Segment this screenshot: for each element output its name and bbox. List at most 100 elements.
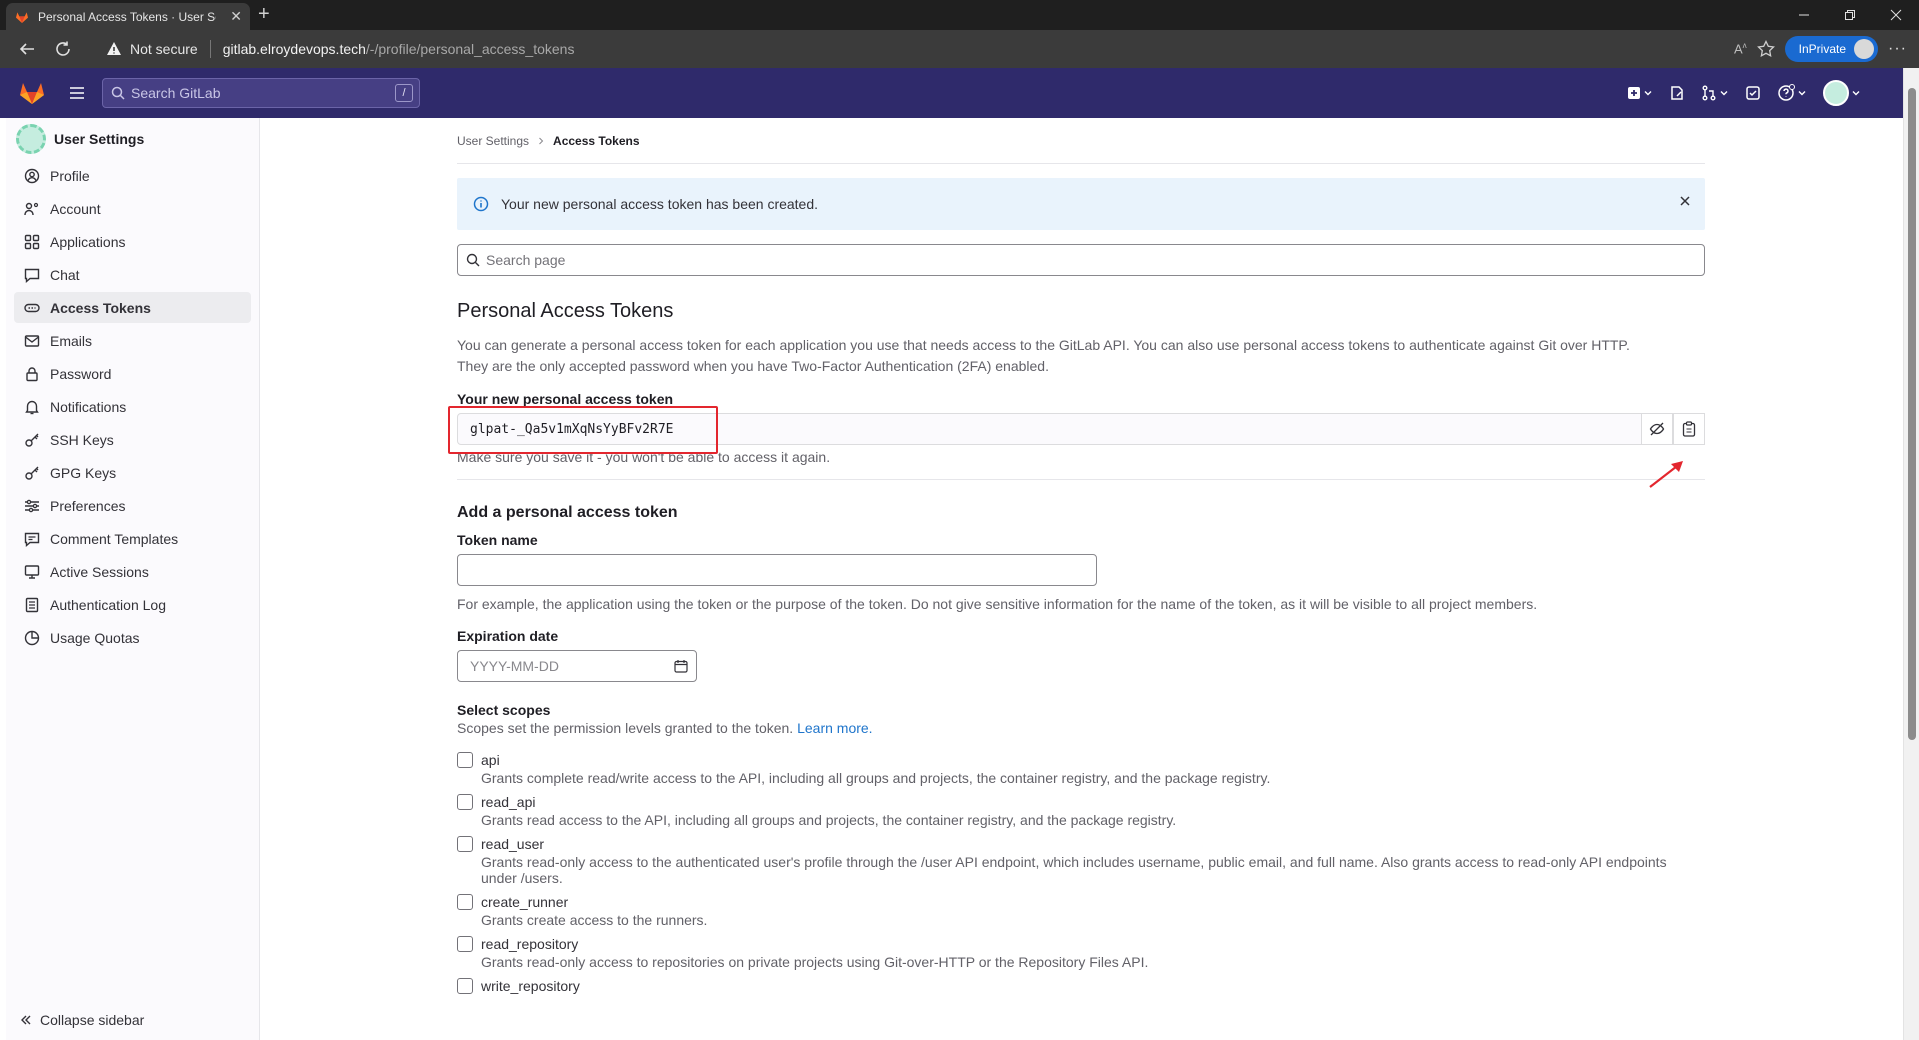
page-scrollbar[interactable] xyxy=(1903,68,1919,1040)
browser-tab-active[interactable]: Personal Access Tokens · User Se ✕ xyxy=(6,3,250,30)
scope-description: Grants read access to the API, including… xyxy=(481,812,1177,828)
breadcrumb: User Settings Access Tokens xyxy=(457,118,1705,164)
scope-name[interactable]: create_runner xyxy=(481,892,707,912)
scope-description: Grants create access to the runners. xyxy=(481,912,708,928)
sidebar-item-label: Account xyxy=(50,200,101,217)
back-icon[interactable] xyxy=(10,32,44,66)
sidebar-item-active-sessions[interactable]: Active Sessions xyxy=(14,556,251,587)
scope-text: read_api Grants read access to the API, i… xyxy=(481,792,1176,828)
dismiss-alert-icon[interactable] xyxy=(1679,195,1691,207)
token-highlight-box xyxy=(448,406,718,454)
token-name-input[interactable] xyxy=(457,554,1097,586)
scope-name[interactable]: api xyxy=(481,750,1270,770)
scope-create-runner: create_runner Grants create access to the… xyxy=(457,892,1705,928)
sidebar-item-notifications[interactable]: Notifications xyxy=(14,391,251,422)
scope-name[interactable]: read_api xyxy=(481,792,1176,812)
expiration-date-input[interactable]: YYYY-MM-DD xyxy=(457,650,697,682)
url-field[interactable]: Not secure gitlab.elroydevops.tech/-/pro… xyxy=(106,35,574,63)
scope-text: read_user Grants read-only access to the … xyxy=(481,834,1705,886)
gitlab-logo-icon[interactable] xyxy=(0,68,64,118)
scope-checkbox[interactable] xyxy=(457,752,473,768)
sidebar-item-password[interactable]: Password xyxy=(14,358,251,389)
section-description-line-1: You can generate a personal access token… xyxy=(457,337,1630,353)
more-options-icon[interactable]: ··· xyxy=(1888,40,1907,58)
scope-name[interactable]: read_repository xyxy=(481,934,1148,954)
scope-checkbox[interactable] xyxy=(457,794,473,810)
token-icon xyxy=(24,300,40,316)
sidebar-item-comment-templates[interactable]: Comment Templates xyxy=(14,523,251,554)
main-content: User Settings Access Tokens Your new per… xyxy=(448,118,1705,1002)
calendar-icon[interactable] xyxy=(674,659,688,673)
breadcrumb-user-settings[interactable]: User Settings xyxy=(457,134,529,148)
page-title: Personal Access Tokens xyxy=(457,300,674,322)
scope-checkbox[interactable] xyxy=(457,836,473,852)
todos-icon[interactable] xyxy=(1745,85,1761,101)
top-nav-actions xyxy=(1627,68,1861,118)
menu-icon[interactable] xyxy=(64,68,90,118)
sidebar-item-chat[interactable]: Chat xyxy=(14,259,251,290)
read-aloud-icon[interactable]: Aʌ xyxy=(1734,41,1747,56)
scope-text: read_repository Grants read-only access t… xyxy=(481,934,1148,970)
sidebar-item-gpg-keys[interactable]: GPG Keys xyxy=(14,457,251,488)
alert-text: Your new personal access token has been … xyxy=(501,196,819,212)
tab-title: Personal Access Tokens · User Se xyxy=(38,9,216,24)
sidebar-item-usage-quotas[interactable]: Usage Quotas xyxy=(14,622,251,653)
scope-checkbox[interactable] xyxy=(457,936,473,952)
success-alert: Your new personal access token has been … xyxy=(457,178,1705,230)
sidebar-items: Profile Account Applications Chat Access Tok… xyxy=(6,160,259,653)
sidebar-item-account[interactable]: Account xyxy=(14,193,251,224)
sidebar-item-emails[interactable]: Emails xyxy=(14,325,251,356)
create-new-icon[interactable] xyxy=(1627,86,1653,100)
sidebar-item-authentication-log[interactable]: Authentication Log xyxy=(14,589,251,620)
refresh-icon[interactable] xyxy=(46,32,80,66)
settings-sidebar: User Settings Profile Account Applications… xyxy=(6,118,260,1040)
scope-text: create_runner Grants create access to the… xyxy=(481,892,707,928)
restore-icon[interactable] xyxy=(1827,0,1873,30)
warning-icon xyxy=(106,41,122,57)
scopes-hint: Scopes set the permission levels granted… xyxy=(457,720,1705,736)
new-tab-icon[interactable]: + xyxy=(258,4,270,24)
tab-bar: Personal Access Tokens · User Se ✕ + xyxy=(0,0,1919,30)
sidebar-item-label: Authentication Log xyxy=(50,596,166,613)
sidebar-item-ssh-keys[interactable]: SSH Keys xyxy=(14,424,251,455)
issues-icon[interactable] xyxy=(1669,85,1685,101)
sidebar-item-applications[interactable]: Applications xyxy=(14,226,251,257)
sidebar-item-access-tokens[interactable]: Access Tokens xyxy=(14,292,251,323)
sidebar-item-label: Access Tokens xyxy=(50,299,151,316)
sidebar-header[interactable]: User Settings xyxy=(6,118,259,160)
inprivate-button[interactable]: InPrivate xyxy=(1784,36,1879,62)
toggle-visibility-button[interactable] xyxy=(1641,413,1673,445)
account-icon xyxy=(24,201,40,217)
scope-name[interactable]: write_repository xyxy=(481,976,580,996)
new-token-field[interactable]: glpat-_Qa5v1mXqNsYyBFv2R7E xyxy=(448,406,1705,454)
close-window-icon[interactable] xyxy=(1873,0,1919,30)
copy-token-button[interactable] xyxy=(1673,413,1705,445)
scopes-list: api Grants complete read/write access to … xyxy=(457,750,1705,996)
scope-name[interactable]: read_user xyxy=(481,834,1705,854)
profile-icon xyxy=(24,168,40,184)
help-icon[interactable] xyxy=(1777,84,1807,102)
search-page-icon xyxy=(466,253,480,267)
sidebar-item-preferences[interactable]: Preferences xyxy=(14,490,251,521)
search-page-input[interactable]: Search page xyxy=(457,244,1705,276)
token-name-hint: For example, the application using the t… xyxy=(457,596,1538,612)
learn-more-link[interactable]: Learn more. xyxy=(797,720,872,736)
tab-close-icon[interactable]: ✕ xyxy=(230,8,242,25)
user-menu[interactable] xyxy=(1823,80,1861,106)
breadcrumb-access-tokens[interactable]: Access Tokens xyxy=(553,134,640,148)
page-scrollbar-thumb[interactable] xyxy=(1908,88,1916,740)
collapse-sidebar-button[interactable]: Collapse sidebar xyxy=(20,1012,144,1028)
gitlab-search-input[interactable]: Search GitLab / xyxy=(102,78,420,108)
sidebar-item-profile[interactable]: Profile xyxy=(14,160,251,191)
scope-checkbox[interactable] xyxy=(457,894,473,910)
favorite-star-icon[interactable] xyxy=(1756,40,1775,58)
expiration-placeholder: YYYY-MM-DD xyxy=(470,658,559,674)
scope-checkbox[interactable] xyxy=(457,978,473,994)
scope-text: api Grants complete read/write access to … xyxy=(481,750,1270,786)
url-path: /-/profile/personal_access_tokens xyxy=(365,41,575,57)
minimize-icon[interactable] xyxy=(1781,0,1827,30)
merge-requests-icon[interactable] xyxy=(1701,85,1729,101)
key-icon xyxy=(24,432,40,448)
section-description: You can generate a personal access token… xyxy=(457,335,1705,377)
scope-text: write_repository xyxy=(481,976,580,996)
